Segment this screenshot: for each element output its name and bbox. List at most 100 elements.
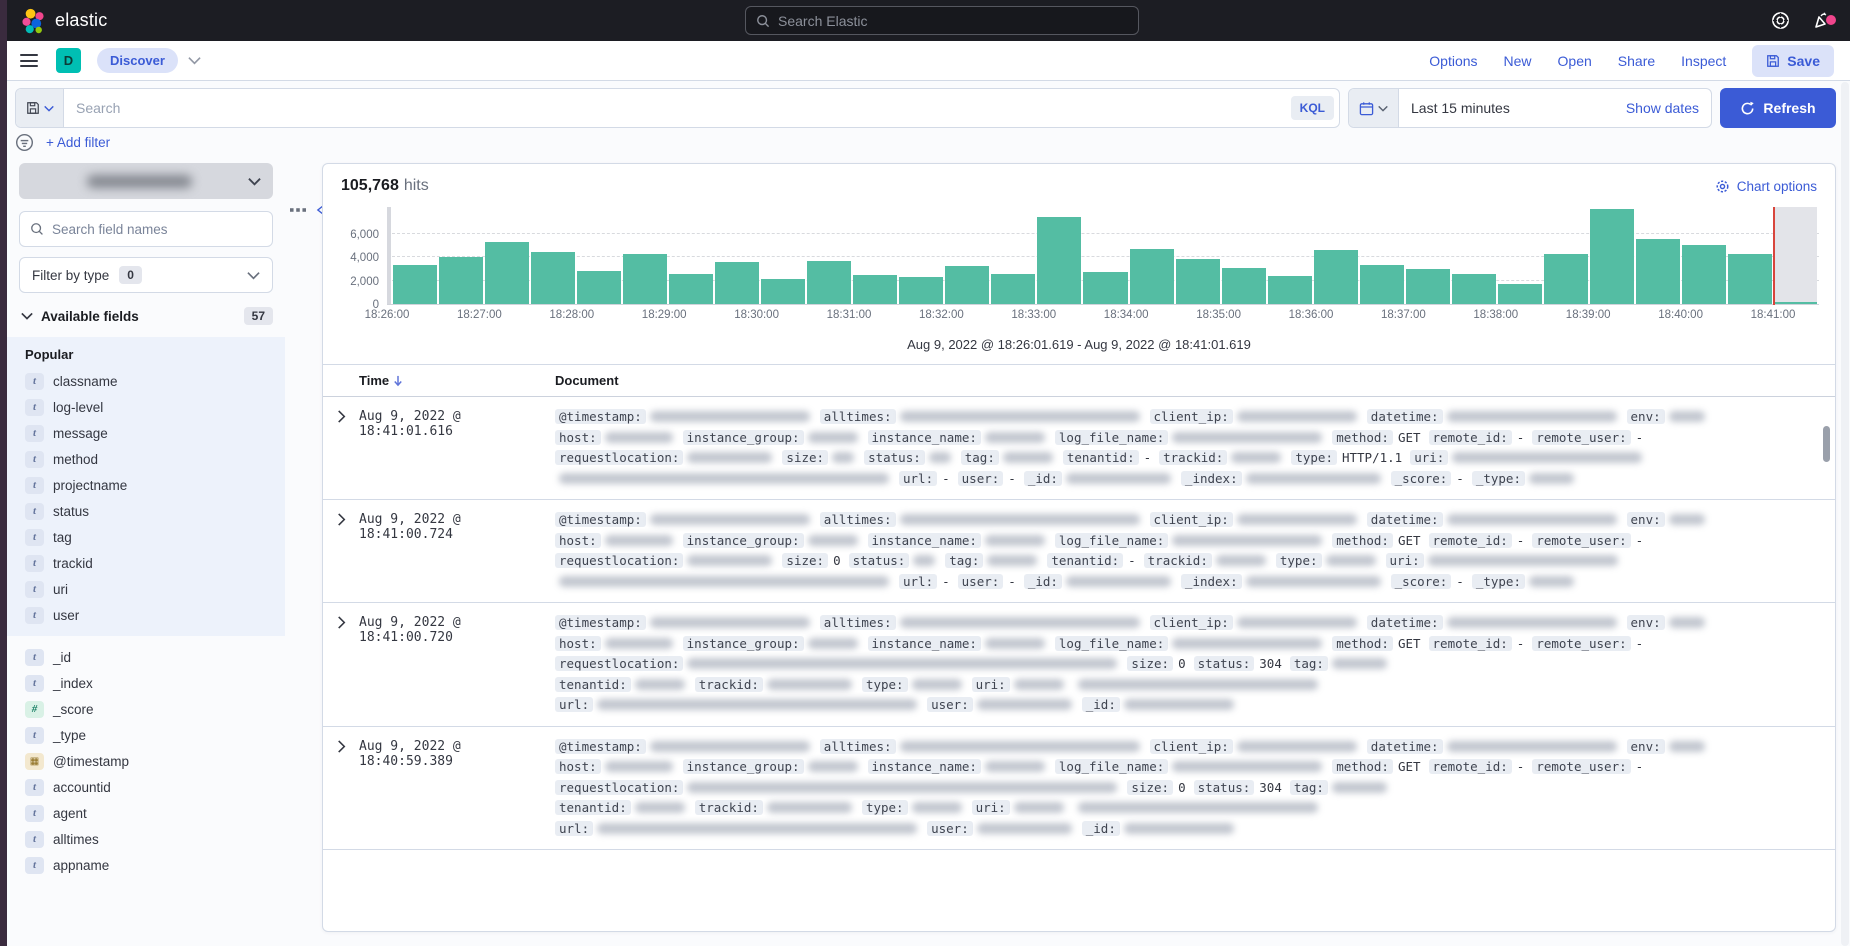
histogram-bar[interactable] <box>577 271 621 304</box>
histogram-bar[interactable] <box>1176 259 1220 304</box>
column-time[interactable]: Time <box>359 373 555 388</box>
histogram-bar[interactable] <box>1544 254 1588 304</box>
index-pattern-select[interactable] <box>19 163 273 199</box>
inspect-link[interactable]: Inspect <box>1681 53 1726 69</box>
histogram-bar[interactable] <box>485 242 529 304</box>
calendar-menu-button[interactable] <box>1349 89 1399 127</box>
redacted-value <box>1447 514 1617 525</box>
field-item-projectname[interactable]: tprojectname <box>7 472 285 498</box>
histogram-bar[interactable] <box>1728 254 1772 304</box>
histogram-bar[interactable] <box>715 262 759 304</box>
field-item-agent[interactable]: tagent <box>7 800 285 826</box>
save-button[interactable]: Save <box>1752 45 1834 77</box>
redacted-value <box>1669 741 1705 752</box>
table-scrollbar-thumb[interactable] <box>1823 426 1830 462</box>
text-field-icon: t <box>25 607 44 624</box>
add-filter-link[interactable]: + Add filter <box>46 135 110 150</box>
open-link[interactable]: Open <box>1558 53 1592 69</box>
expand-row-button[interactable] <box>323 510 359 592</box>
histogram-bar[interactable] <box>991 274 1035 304</box>
kql-language-button[interactable]: KQL <box>1291 96 1334 120</box>
histogram-bar[interactable] <box>945 266 989 304</box>
global-search[interactable] <box>745 6 1139 35</box>
field-item-status[interactable]: tstatus <box>7 498 285 524</box>
field-item-_index[interactable]: t_index <box>7 670 285 696</box>
histogram-bar[interactable] <box>1314 250 1358 304</box>
field-item-@timestamp[interactable]: ▦@timestamp <box>7 748 285 774</box>
new-link[interactable]: New <box>1504 53 1532 69</box>
histogram-bar[interactable] <box>1590 209 1634 304</box>
histogram-bar[interactable] <box>393 265 437 304</box>
redacted-value <box>900 617 1140 628</box>
field-item-trackid[interactable]: ttrackid <box>7 550 285 576</box>
elastic-brand[interactable]: elastic <box>20 8 107 34</box>
field-item-accountid[interactable]: taccountid <box>7 774 285 800</box>
text-field-icon: t <box>25 555 44 572</box>
histogram-bar[interactable] <box>439 257 483 304</box>
show-dates-link[interactable]: Show dates <box>1626 100 1699 116</box>
row-timestamp: Aug 9, 2022 @ 18:41:01.616 <box>359 407 555 489</box>
filter-by-type-select[interactable]: Filter by type 0 <box>19 257 273 293</box>
field-item-classname[interactable]: tclassname <box>7 368 285 394</box>
field-pill: instance_group: <box>683 759 804 774</box>
chevron-down-icon[interactable] <box>188 56 201 65</box>
field-item-_id[interactable]: t_id <box>7 644 285 670</box>
histogram-bar[interactable] <box>1452 274 1496 304</box>
histogram-bar[interactable] <box>1130 249 1174 304</box>
histogram-bar[interactable] <box>1498 284 1542 304</box>
field-item-appname[interactable]: tappname <box>7 852 285 878</box>
histogram-bar[interactable] <box>1682 245 1726 304</box>
refresh-button[interactable]: Refresh <box>1720 88 1836 128</box>
field-item-user[interactable]: tuser <box>7 602 285 628</box>
field-pill: uri: <box>1386 553 1424 568</box>
histogram-bar[interactable] <box>1636 239 1680 304</box>
histogram-bar[interactable] <box>807 261 851 304</box>
field-item-tag[interactable]: ttag <box>7 524 285 550</box>
time-range-value[interactable]: Last 15 minutes <box>1411 100 1510 116</box>
plot-area <box>387 207 1819 305</box>
histogram-chart[interactable]: 02,0004,0006,000 <box>323 199 1835 305</box>
available-fields-accordion[interactable]: Available fields 57 <box>21 307 273 325</box>
histogram-bar[interactable] <box>531 252 575 304</box>
help-icon[interactable] <box>1771 11 1790 30</box>
expand-row-button[interactable] <box>323 613 359 716</box>
news-feed-icon[interactable] <box>1812 11 1832 31</box>
histogram-bar[interactable] <box>1037 217 1081 304</box>
query-search-input[interactable] <box>64 100 1291 116</box>
global-search-input[interactable] <box>778 13 1128 29</box>
menu-icon[interactable] <box>20 51 38 71</box>
field-search-input[interactable] <box>52 222 262 237</box>
redacted-value <box>1326 555 1376 566</box>
histogram-bar[interactable] <box>669 274 713 304</box>
page-scrollbar-track[interactable] <box>1841 82 1849 946</box>
field-item-uri[interactable]: turi <box>7 576 285 602</box>
field-item-message[interactable]: tmessage <box>7 420 285 446</box>
saved-query-menu-button[interactable] <box>16 89 64 127</box>
histogram-bar[interactable] <box>1406 269 1450 304</box>
expand-row-button[interactable] <box>323 737 359 840</box>
field-name: _score <box>53 702 94 717</box>
share-link[interactable]: Share <box>1618 53 1655 69</box>
field-item-_score[interactable]: #_score <box>7 696 285 722</box>
histogram-bar[interactable] <box>1268 276 1312 304</box>
field-name: classname <box>53 374 118 389</box>
drag-handle-icon[interactable] <box>290 207 306 213</box>
filter-set-icon[interactable] <box>15 133 34 152</box>
histogram-bar[interactable] <box>899 277 943 304</box>
field-item-method[interactable]: tmethod <box>7 446 285 472</box>
breadcrumb[interactable]: Discover <box>97 48 178 73</box>
histogram-bar[interactable] <box>853 275 897 304</box>
field-pill: user: <box>927 821 973 836</box>
field-item-_type[interactable]: t_type <box>7 722 285 748</box>
histogram-bar[interactable] <box>1360 265 1404 304</box>
expand-row-button[interactable] <box>323 407 359 489</box>
histogram-bar[interactable] <box>761 279 805 304</box>
options-link[interactable]: Options <box>1429 53 1477 69</box>
histogram-bar[interactable] <box>1222 268 1266 304</box>
histogram-bar[interactable] <box>1083 272 1127 304</box>
chart-options-button[interactable]: Chart options <box>1715 179 1817 194</box>
redacted-value <box>687 658 1117 669</box>
field-item-alltimes[interactable]: talltimes <box>7 826 285 852</box>
field-item-log-level[interactable]: tlog-level <box>7 394 285 420</box>
histogram-bar[interactable] <box>623 254 667 304</box>
